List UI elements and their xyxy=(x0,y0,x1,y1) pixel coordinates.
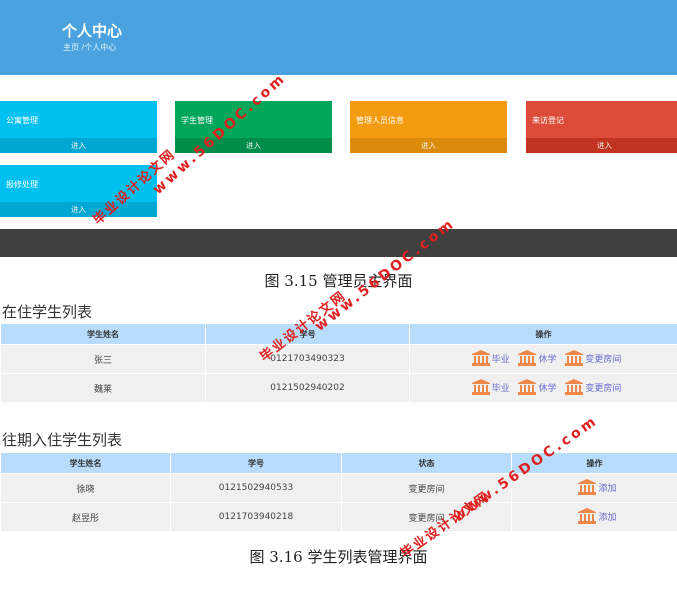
column-header: 状态 xyxy=(341,452,512,474)
bank-icon xyxy=(471,378,490,398)
table-row: 赵昱彤 0121703940218 变更房间 添加 xyxy=(0,502,677,532)
tile-staff-info[interactable]: 管理人员信息 进入 xyxy=(350,101,507,153)
breadcrumb: 主页 /个人中心 xyxy=(63,43,117,52)
table-header-row: 学生姓名 学号 操作 xyxy=(0,323,677,345)
current-students-title: 在住学生列表 xyxy=(2,303,93,321)
footer-bar xyxy=(0,229,677,257)
bank-icon xyxy=(518,349,537,369)
tile-enter-link[interactable]: 进入 xyxy=(0,202,157,217)
past-students-table: 学生姓名 学号 状态 操作 徐晓 0121502940533 变更房间 添加 赵… xyxy=(0,452,677,532)
table-row: 张三 0121703490323 毕业 休学 变更房间 xyxy=(0,344,677,374)
suspend-link[interactable]: 休学 xyxy=(538,384,556,394)
action-cell: 毕业 休学 变更房间 xyxy=(409,344,677,374)
column-header: 操作 xyxy=(409,323,677,345)
table-row: 徐晓 0121502940533 变更房间 添加 xyxy=(0,473,677,503)
tile-enter-link[interactable]: 进入 xyxy=(350,138,507,153)
change-room-link[interactable]: 变更房间 xyxy=(585,355,621,365)
add-link[interactable]: 添加 xyxy=(598,484,616,494)
student-id: 0121703940218 xyxy=(170,502,342,532)
current-students-table: 学生姓名 学号 操作 张三 0121703490323 毕业 休学 变更房间 魏… xyxy=(0,323,677,403)
student-name: 赵昱彤 xyxy=(0,502,171,532)
bank-icon xyxy=(578,478,597,498)
column-header: 学号 xyxy=(170,452,342,474)
tile-label: 学生管理 xyxy=(181,116,213,125)
graduate-link[interactable]: 毕业 xyxy=(492,384,510,394)
add-link[interactable]: 添加 xyxy=(598,513,616,523)
page-header: 个人中心 主页 /个人中心 xyxy=(0,0,677,75)
page-title: 个人中心 xyxy=(62,22,123,40)
table-header-row: 学生姓名 学号 状态 操作 xyxy=(0,452,677,474)
bank-icon xyxy=(578,507,597,527)
past-students-title: 往期入住学生列表 xyxy=(2,431,123,449)
tile-label: 报修处理 xyxy=(6,180,38,189)
suspend-link[interactable]: 休学 xyxy=(538,355,556,365)
action-cell: 添加 xyxy=(511,473,677,503)
student-id: 0121502940202 xyxy=(205,373,410,403)
tile-apartment-management[interactable]: 公寓管理 进入 xyxy=(0,101,157,153)
student-name: 魏莱 xyxy=(0,373,206,403)
bank-icon xyxy=(565,378,584,398)
column-header: 学生姓名 xyxy=(0,323,206,345)
bank-icon xyxy=(565,349,584,369)
figure-caption-3-16: 图 3.16 学生列表管理界面 xyxy=(249,548,428,566)
table-row: 魏莱 0121502940202 毕业 休学 变更房间 xyxy=(0,373,677,403)
column-header: 学生姓名 xyxy=(0,452,171,474)
graduate-link[interactable]: 毕业 xyxy=(492,355,510,365)
tile-enter-link[interactable]: 进入 xyxy=(0,138,157,153)
student-name: 徐晓 xyxy=(0,473,171,503)
tile-label: 来访登记 xyxy=(532,116,564,125)
bank-icon xyxy=(471,349,490,369)
student-name: 张三 xyxy=(0,344,206,374)
action-cell: 毕业 休学 变更房间 xyxy=(409,373,677,403)
tile-visitor-registration[interactable]: 来访登记 进入 xyxy=(526,101,677,153)
student-id: 0121502940533 xyxy=(170,473,342,503)
tile-enter-link[interactable]: 进入 xyxy=(526,138,677,153)
bank-icon xyxy=(518,378,537,398)
tile-label: 管理人员信息 xyxy=(356,116,404,125)
action-cell: 添加 xyxy=(511,502,677,532)
change-room-link[interactable]: 变更房间 xyxy=(585,384,621,394)
student-id: 0121703490323 xyxy=(205,344,410,374)
tile-label: 公寓管理 xyxy=(6,116,38,125)
